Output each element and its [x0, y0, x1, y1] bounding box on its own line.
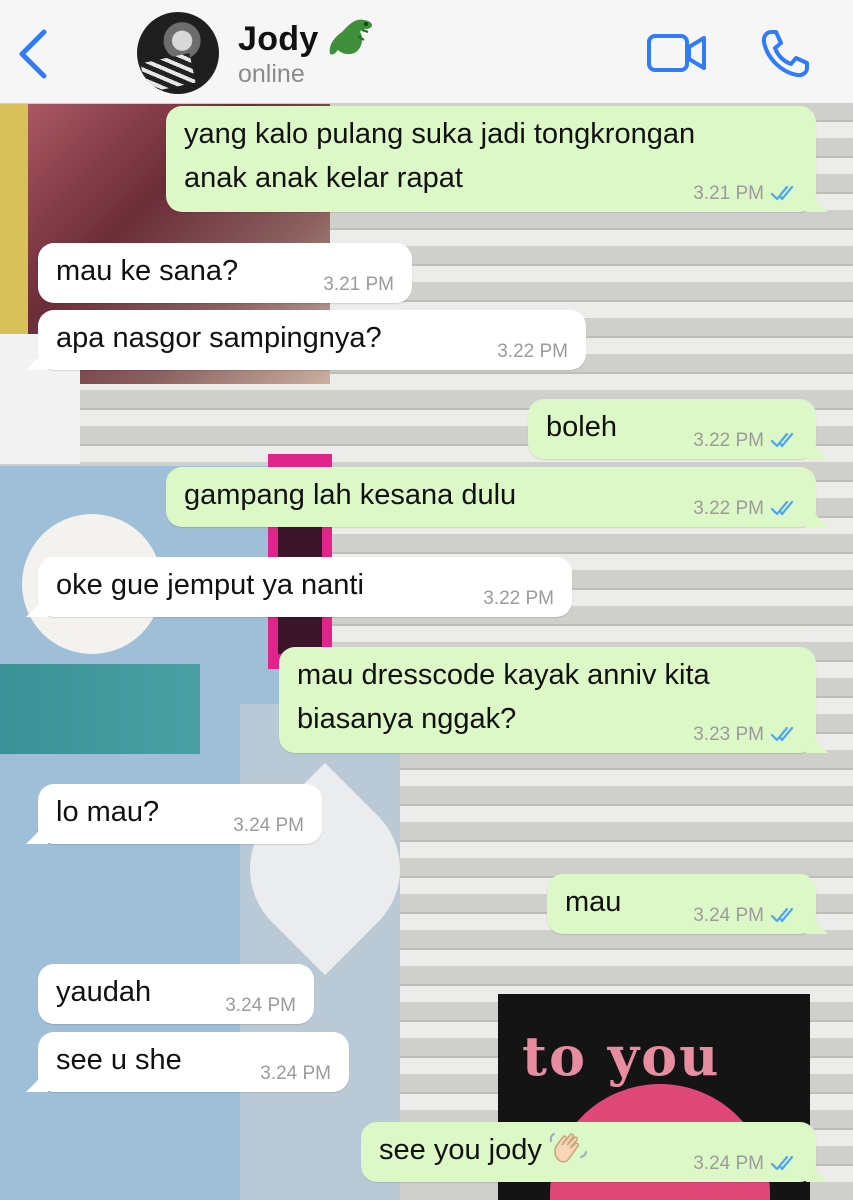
video-call-icon[interactable] [646, 31, 708, 75]
outgoing-message[interactable]: mau 3.24 PM [547, 874, 816, 934]
message-meta: 3.22 PM [693, 499, 800, 519]
message-text: mau ke sana? [56, 255, 239, 287]
read-receipt-icon [770, 907, 794, 923]
back-chevron-icon[interactable] [14, 28, 54, 80]
message-meta: 3.21 PM [323, 275, 394, 295]
incoming-message[interactable]: oke gue jemput ya nanti 3.22 PM [38, 557, 572, 617]
message-text: oke gue jemput ya nanti [56, 569, 364, 601]
read-receipt-icon [770, 185, 794, 201]
message-meta: 3.22 PM [483, 589, 554, 609]
outgoing-message[interactable]: gampang lah kesana dulu 3.22 PM [166, 467, 816, 527]
message-meta: 3.22 PM [497, 342, 568, 362]
message-meta: 3.22 PM [693, 431, 800, 451]
message-text: mau [565, 886, 622, 918]
incoming-message[interactable]: see u she 3.24 PM [38, 1032, 349, 1092]
message-meta: 3.24 PM [693, 906, 800, 926]
read-receipt-icon [770, 1155, 794, 1171]
message-timestamp: 3.24 PM [233, 815, 304, 836]
wallpaper-to-you-text: to you [522, 1024, 721, 1088]
message-timestamp: 3.22 PM [693, 430, 764, 451]
message-text: yang kalo pulang suka jadi tongkrongan a… [184, 118, 696, 194]
message-meta: 3.23 PM [693, 725, 800, 745]
chat-header: Jody online [0, 0, 853, 104]
incoming-message[interactable]: mau ke sana? 3.21 PM [38, 243, 412, 303]
message-text: mau dresscode kayak anniv kita biasanya … [297, 659, 710, 735]
outgoing-message[interactable]: mau dresscode kayak anniv kita biasanya … [279, 647, 816, 753]
message-text: see you jody [379, 1134, 542, 1166]
message-timestamp: 3.24 PM [693, 1153, 764, 1174]
contact-status: online [238, 60, 305, 88]
contact-avatar[interactable] [137, 12, 219, 94]
message-timestamp: 3.24 PM [260, 1063, 331, 1084]
message-timestamp: 3.21 PM [323, 274, 394, 295]
message-text: lo mau? [56, 796, 160, 828]
contact-name[interactable]: Jody [238, 20, 319, 59]
outgoing-message[interactable]: boleh 3.22 PM [528, 399, 816, 459]
message-text: yaudah [56, 976, 152, 1008]
message-timestamp: 3.21 PM [693, 183, 764, 204]
message-text: apa nasgor sampingnya? [56, 322, 382, 354]
read-receipt-icon [770, 726, 794, 742]
message-meta: 3.24 PM [693, 1154, 800, 1174]
read-receipt-icon [770, 432, 794, 448]
message-timestamp: 3.24 PM [693, 905, 764, 926]
message-meta: 3.24 PM [233, 816, 304, 836]
incoming-message[interactable]: lo mau? 3.24 PM [38, 784, 322, 844]
message-timestamp: 3.22 PM [497, 341, 568, 362]
message-timestamp: 3.22 PM [483, 588, 554, 609]
read-receipt-icon [770, 500, 794, 516]
message-meta: 3.24 PM [260, 1064, 331, 1084]
message-timestamp: 3.24 PM [225, 995, 296, 1016]
message-text: boleh [546, 411, 617, 443]
waving-hand-icon [549, 1133, 587, 1163]
incoming-message[interactable]: apa nasgor sampingnya? 3.22 PM [38, 310, 586, 370]
message-timestamp: 3.22 PM [693, 498, 764, 519]
outgoing-message[interactable]: see you jody 3.24 PM [361, 1122, 816, 1182]
incoming-message[interactable]: yaudah 3.24 PM [38, 964, 314, 1024]
message-text: see u she [56, 1044, 182, 1076]
message-meta: 3.21 PM [693, 184, 800, 204]
message-text: gampang lah kesana dulu [184, 479, 517, 511]
outgoing-message[interactable]: yang kalo pulang suka jadi tongkrongan a… [166, 106, 816, 212]
crocodile-emoji-icon [329, 19, 372, 55]
message-meta: 3.24 PM [225, 996, 296, 1016]
message-timestamp: 3.23 PM [693, 724, 764, 745]
phone-icon[interactable] [759, 28, 811, 80]
